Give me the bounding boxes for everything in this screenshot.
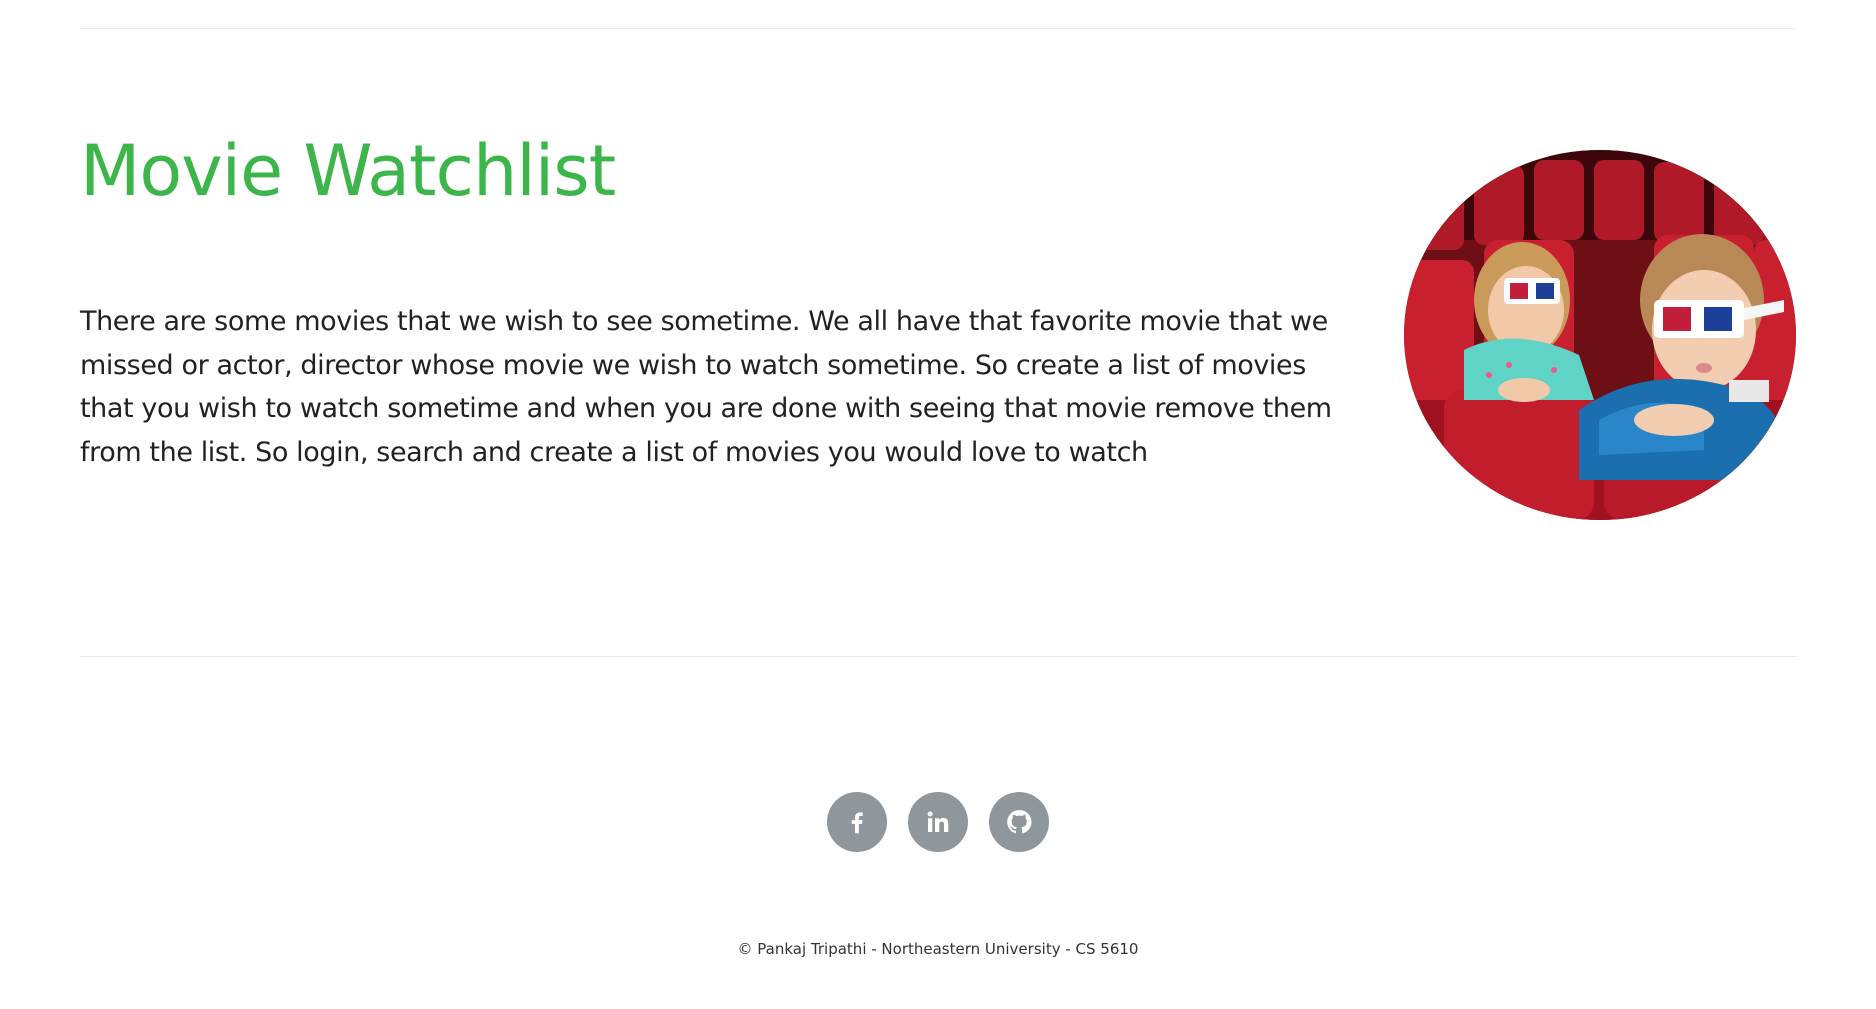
bottom-divider (80, 656, 1796, 657)
footer-copyright: © Pankaj Tripathi - Northeastern Univers… (737, 940, 1139, 958)
github-button[interactable] (989, 792, 1049, 852)
github-icon (1007, 810, 1032, 834)
page: Movie Watchlist There are some movies th… (0, 0, 1876, 1009)
hero-description: There are some movies that we wish to se… (80, 306, 1332, 468)
page-title: Movie Watchlist (80, 130, 616, 212)
linkedin-button[interactable] (908, 792, 968, 852)
top-divider (80, 28, 1796, 29)
facebook-icon (851, 812, 863, 834)
linkedin-icon (927, 811, 949, 832)
facebook-button[interactable] (827, 792, 887, 852)
social-links (0, 792, 1876, 852)
hero-image (1404, 150, 1796, 520)
